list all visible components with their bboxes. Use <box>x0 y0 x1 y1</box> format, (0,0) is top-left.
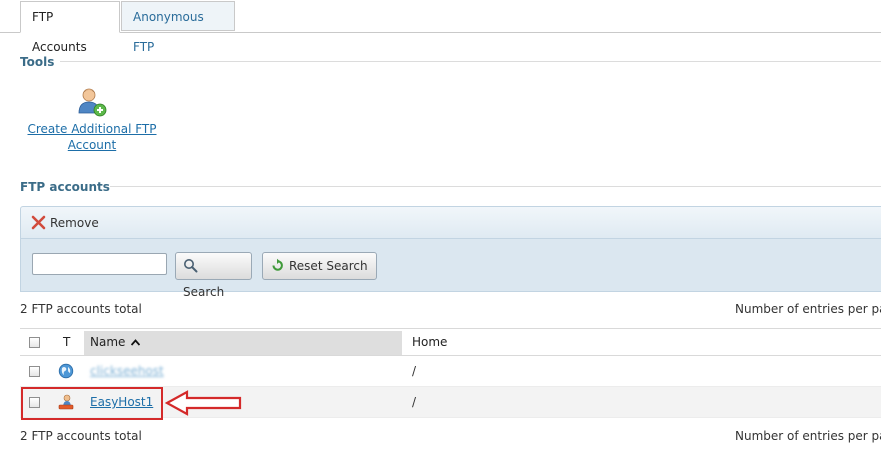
globe-icon <box>58 363 74 379</box>
account-home: / <box>412 364 417 378</box>
reset-icon <box>272 258 283 271</box>
tab-anonymous-ftp[interactable]: Anonymous FTP <box>121 1 235 54</box>
actions-toolbar: Remove <box>20 206 881 239</box>
accounts-total-top: 2 FTP accounts total <box>20 302 142 316</box>
search-toolbar: Search Reset Search <box>20 239 881 299</box>
reset-search-label: Reset Search <box>289 259 368 273</box>
entries-per-page-top[interactable]: Number of entries per pa <box>735 302 881 316</box>
column-type: T <box>63 335 71 349</box>
highlight-box <box>21 387 163 420</box>
tab-ftp-accounts[interactable]: FTP Accounts <box>20 1 120 54</box>
create-ftp-account-tool[interactable]: Create Additional FTP Account <box>20 86 164 153</box>
ftp-accounts-section-title: FTP accounts <box>20 180 110 194</box>
sort-ascending-icon <box>131 339 141 346</box>
magnifier-icon <box>184 259 198 273</box>
create-ftp-account-link[interactable]: Create Additional FTP Account <box>28 122 157 152</box>
tab-bar: FTP Accounts Anonymous FTP <box>0 0 881 54</box>
entries-per-page-bottom[interactable]: Number of entries per pa <box>735 429 881 443</box>
column-home[interactable]: Home <box>412 329 447 356</box>
reset-search-button[interactable]: Reset Search <box>262 252 377 280</box>
search-button-label: Search <box>183 285 225 299</box>
pointer-arrow-icon <box>165 390 242 416</box>
search-input[interactable] <box>32 253 167 275</box>
search-button[interactable]: Search <box>175 252 252 299</box>
table-row: clickseehost / <box>20 356 881 387</box>
select-all-checkbox[interactable] <box>29 337 40 348</box>
tools-section-title: Tools <box>20 55 55 69</box>
column-name[interactable]: Name <box>90 329 141 356</box>
account-home: / <box>412 395 417 409</box>
ftp-accounts-section-divider <box>110 186 881 187</box>
account-name-link[interactable]: clickseehost <box>90 364 164 378</box>
user-add-icon <box>78 88 107 117</box>
remove-label: Remove <box>50 216 99 230</box>
table-header: T Name Home <box>20 328 881 356</box>
remove-button[interactable]: Remove <box>31 214 99 232</box>
row-checkbox[interactable] <box>29 366 40 377</box>
column-name-label: Name <box>90 335 126 349</box>
tools-section-divider <box>60 61 881 62</box>
remove-icon <box>31 215 46 230</box>
accounts-total-bottom: 2 FTP accounts total <box>20 429 142 443</box>
account-name[interactable]: clickseehost <box>90 356 164 386</box>
